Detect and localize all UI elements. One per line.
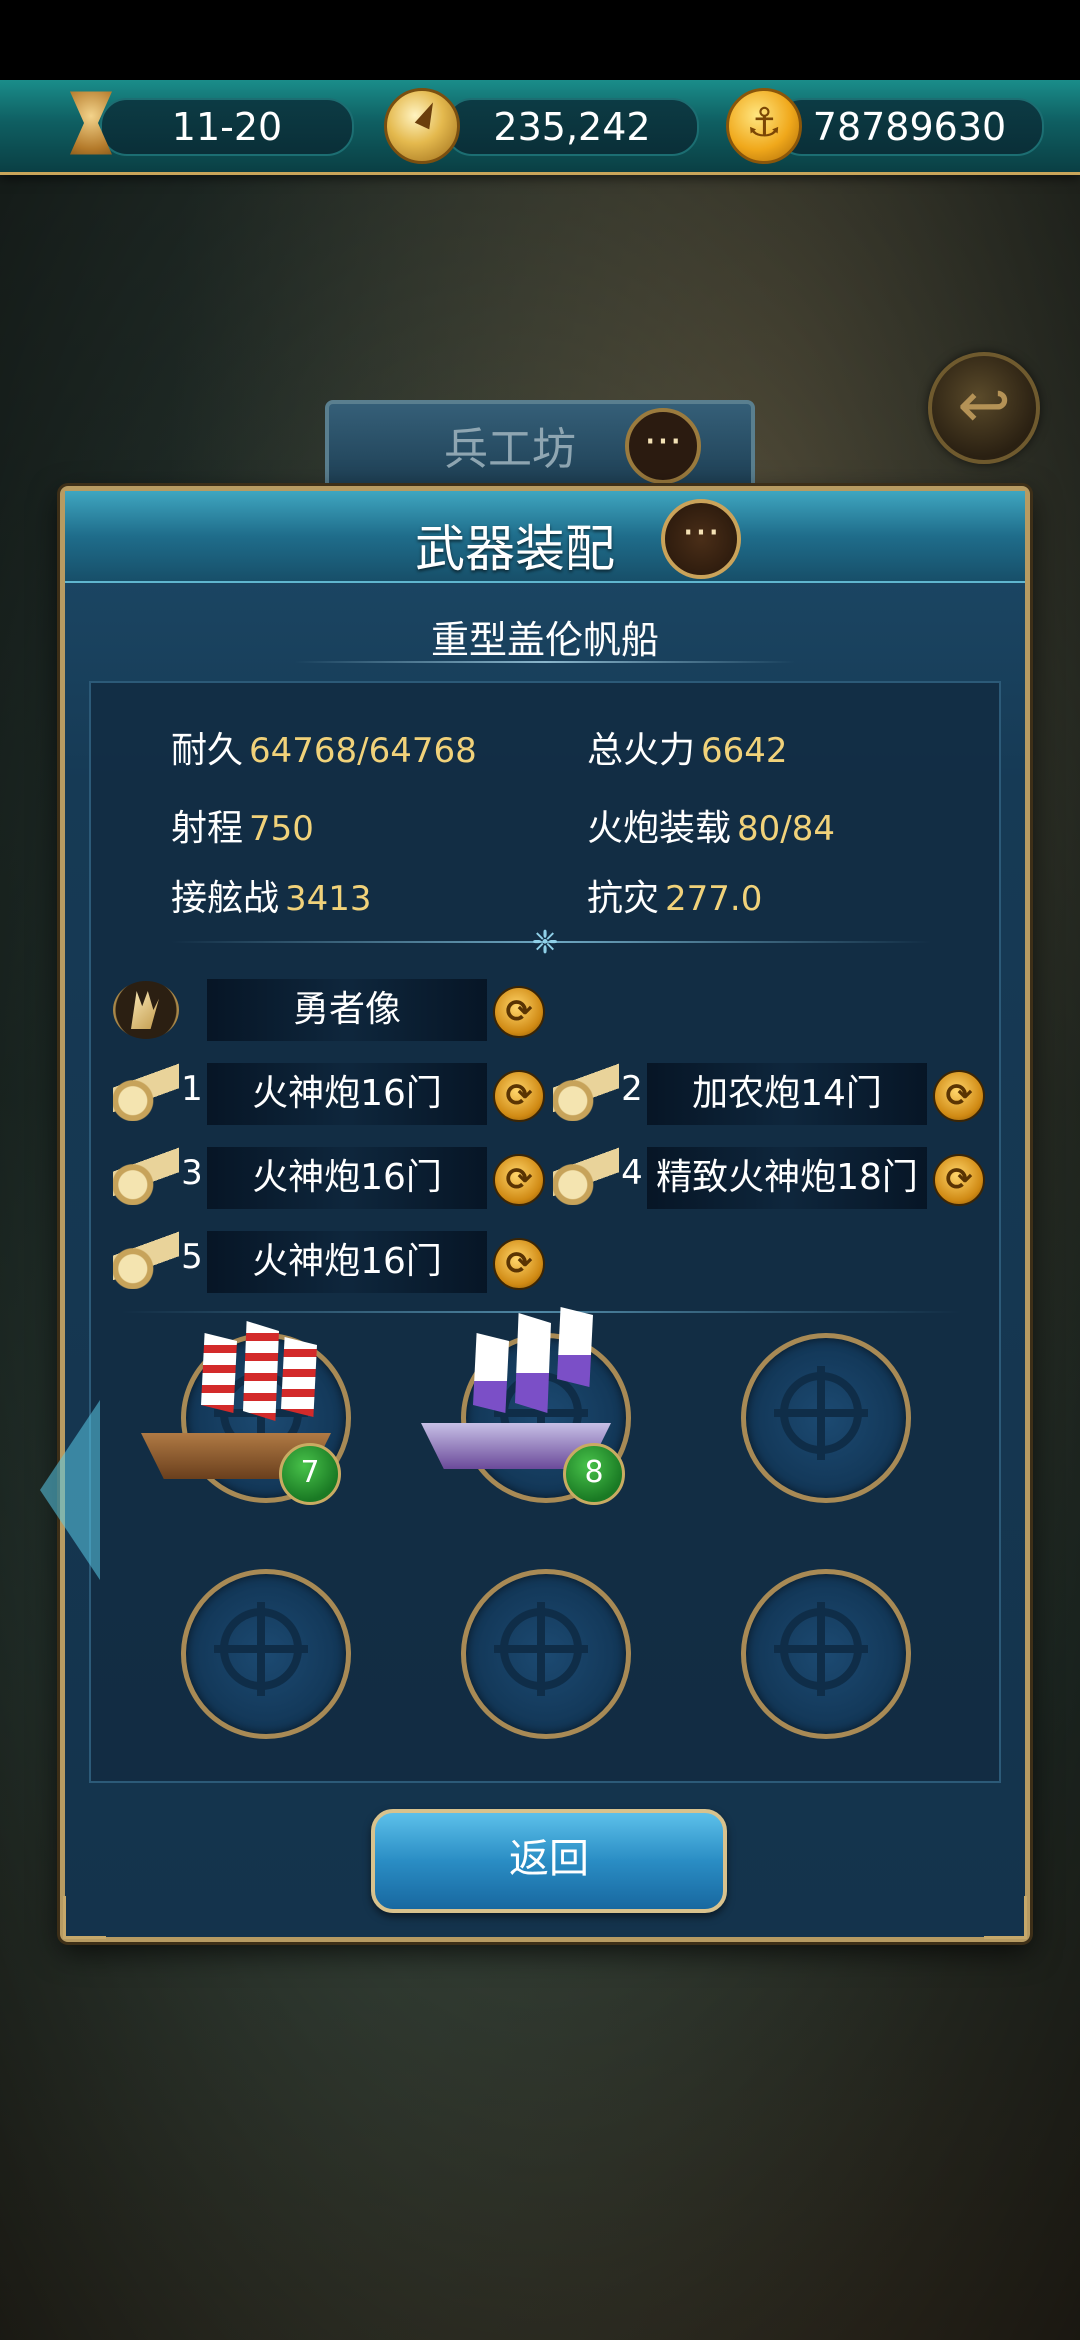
gold-value: 78789630 <box>812 105 1007 149</box>
cannon-icon <box>113 1147 179 1205</box>
cannon-slot-4[interactable]: 精致火神炮18门 <box>647 1147 927 1209</box>
stat-value: 277.0 <box>665 879 763 919</box>
left-arrow-icon[interactable] <box>40 1400 100 1580</box>
cannon-slot-label: 加农炮14门 <box>692 1073 882 1114</box>
cannon-icon <box>553 1147 619 1205</box>
sail <box>473 1333 509 1413</box>
sail <box>243 1321 279 1421</box>
status-bar <box>0 0 1080 80</box>
stat-value: 80/84 <box>737 809 835 849</box>
stat-range: 射程 750 <box>171 799 314 851</box>
weapon-assembly-panel: 武器装配 ··· 重型盖伦帆船 耐久 64768/64768 总火力 6642 射程… <box>60 486 1030 1942</box>
sail <box>557 1307 593 1387</box>
swap-cannon-4-button[interactable] <box>933 1154 985 1206</box>
stat-cannon-load: 火炮装载 80/84 <box>587 799 835 851</box>
cannon-slot-2[interactable]: 加农炮14门 <box>647 1063 927 1125</box>
ornament-icon: ❈ <box>531 923 559 961</box>
resource-bar: 11-20 235,242 78789630 <box>0 80 1080 175</box>
level-badge: 8 <box>563 1443 625 1505</box>
compass-display: 235,242 <box>445 98 699 156</box>
anchor-coin-icon[interactable] <box>726 88 802 164</box>
slot-number: 1 <box>181 1069 203 1109</box>
wing-icon <box>113 981 179 1039</box>
stat-value: 750 <box>249 809 314 849</box>
compass-icon[interactable] <box>384 88 460 164</box>
cannon-slot-3[interactable]: 火神炮16门 <box>207 1147 487 1209</box>
stat-total-firepower: 总火力 6642 <box>587 721 788 773</box>
cannon-slot-label: 精致火神炮18门 <box>656 1157 918 1198</box>
time-display: 11-20 <box>100 98 354 156</box>
cannon-slot-5[interactable]: 火神炮16门 <box>207 1231 487 1293</box>
stat-label: 火炮装载 <box>587 808 732 849</box>
return-label: 返回 <box>509 1836 589 1882</box>
ship-slot-6[interactable] <box>741 1569 911 1739</box>
stats-and-slots-box: 耐久 64768/64768 总火力 6642 射程 750 火炮装载 80/84 接舷… <box>89 681 1001 1783</box>
ship-slot-5[interactable] <box>461 1569 631 1739</box>
swap-cannon-1-button[interactable] <box>493 1070 545 1122</box>
level-badge: 7 <box>279 1443 341 1505</box>
time-value: 11-20 <box>171 105 283 149</box>
stat-disaster-resist: 抗灾 277.0 <box>587 869 762 921</box>
cannon-slot-label: 火神炮16门 <box>252 1241 442 1282</box>
slot-number: 2 <box>621 1069 643 1109</box>
corner-ornament <box>984 1896 1027 1939</box>
cannon-slot-label: 火神炮16门 <box>252 1157 442 1198</box>
ship-name: 重型盖伦帆船 <box>430 618 659 662</box>
figurehead-slot[interactable]: 勇者像 <box>207 979 487 1041</box>
figurehead-label: 勇者像 <box>292 989 401 1030</box>
ship-slot-4[interactable] <box>181 1569 351 1739</box>
ship-slot-3[interactable] <box>741 1333 911 1503</box>
chat-dots-icon: ··· <box>681 510 721 556</box>
stat-value: 3413 <box>285 879 372 919</box>
ship-wheel-icon <box>500 1608 582 1690</box>
ship-name-underline <box>295 661 795 663</box>
panel-title: 武器装配 <box>415 520 615 578</box>
panel-header: 武器装配 ··· <box>65 491 1025 583</box>
swap-cannon-2-button[interactable] <box>933 1070 985 1122</box>
cannon-slot-1[interactable]: 火神炮16门 <box>207 1063 487 1125</box>
ship-wheel-icon <box>220 1608 302 1690</box>
stat-label: 抗灾 <box>587 878 660 919</box>
workshop-title: 兵工坊 <box>444 424 576 475</box>
sail <box>515 1313 551 1413</box>
compass-value: 235,242 <box>493 105 651 149</box>
ship-wheel-icon <box>780 1608 862 1690</box>
chat-bubble-icon[interactable]: ··· <box>661 499 741 579</box>
gold-display: 78789630 <box>775 98 1044 156</box>
cannon-icon <box>113 1063 179 1121</box>
ship-wheel-icon <box>780 1372 862 1454</box>
corner-ornament <box>63 1896 106 1939</box>
stat-value: 64768/64768 <box>249 731 477 771</box>
back-button[interactable]: ↩ <box>928 352 1040 464</box>
chat-bubble-icon[interactable]: ··· <box>625 408 701 484</box>
chat-dots-icon: ··· <box>643 419 683 465</box>
swap-cannon-5-button[interactable] <box>493 1238 545 1290</box>
sail <box>281 1337 317 1417</box>
back-arrow-icon: ↩ <box>957 369 1011 443</box>
stat-value: 6642 <box>701 731 788 771</box>
swap-cannon-3-button[interactable] <box>493 1154 545 1206</box>
stat-label: 射程 <box>171 808 244 849</box>
stat-label: 耐久 <box>171 730 244 771</box>
swap-figurehead-button[interactable] <box>493 986 545 1038</box>
stat-label: 总火力 <box>587 730 696 771</box>
stat-label: 接舷战 <box>171 878 280 919</box>
stat-boarding: 接舷战 3413 <box>171 869 372 921</box>
cannon-slot-label: 火神炮16门 <box>252 1073 442 1114</box>
return-button[interactable]: 返回 <box>371 1809 727 1913</box>
stat-durability: 耐久 64768/64768 <box>171 721 477 773</box>
slot-number: 3 <box>181 1153 203 1193</box>
slot-number: 4 <box>621 1153 643 1193</box>
cannon-icon <box>553 1063 619 1121</box>
cannon-icon <box>113 1231 179 1289</box>
slot-number: 5 <box>181 1237 203 1277</box>
sail <box>201 1333 237 1413</box>
